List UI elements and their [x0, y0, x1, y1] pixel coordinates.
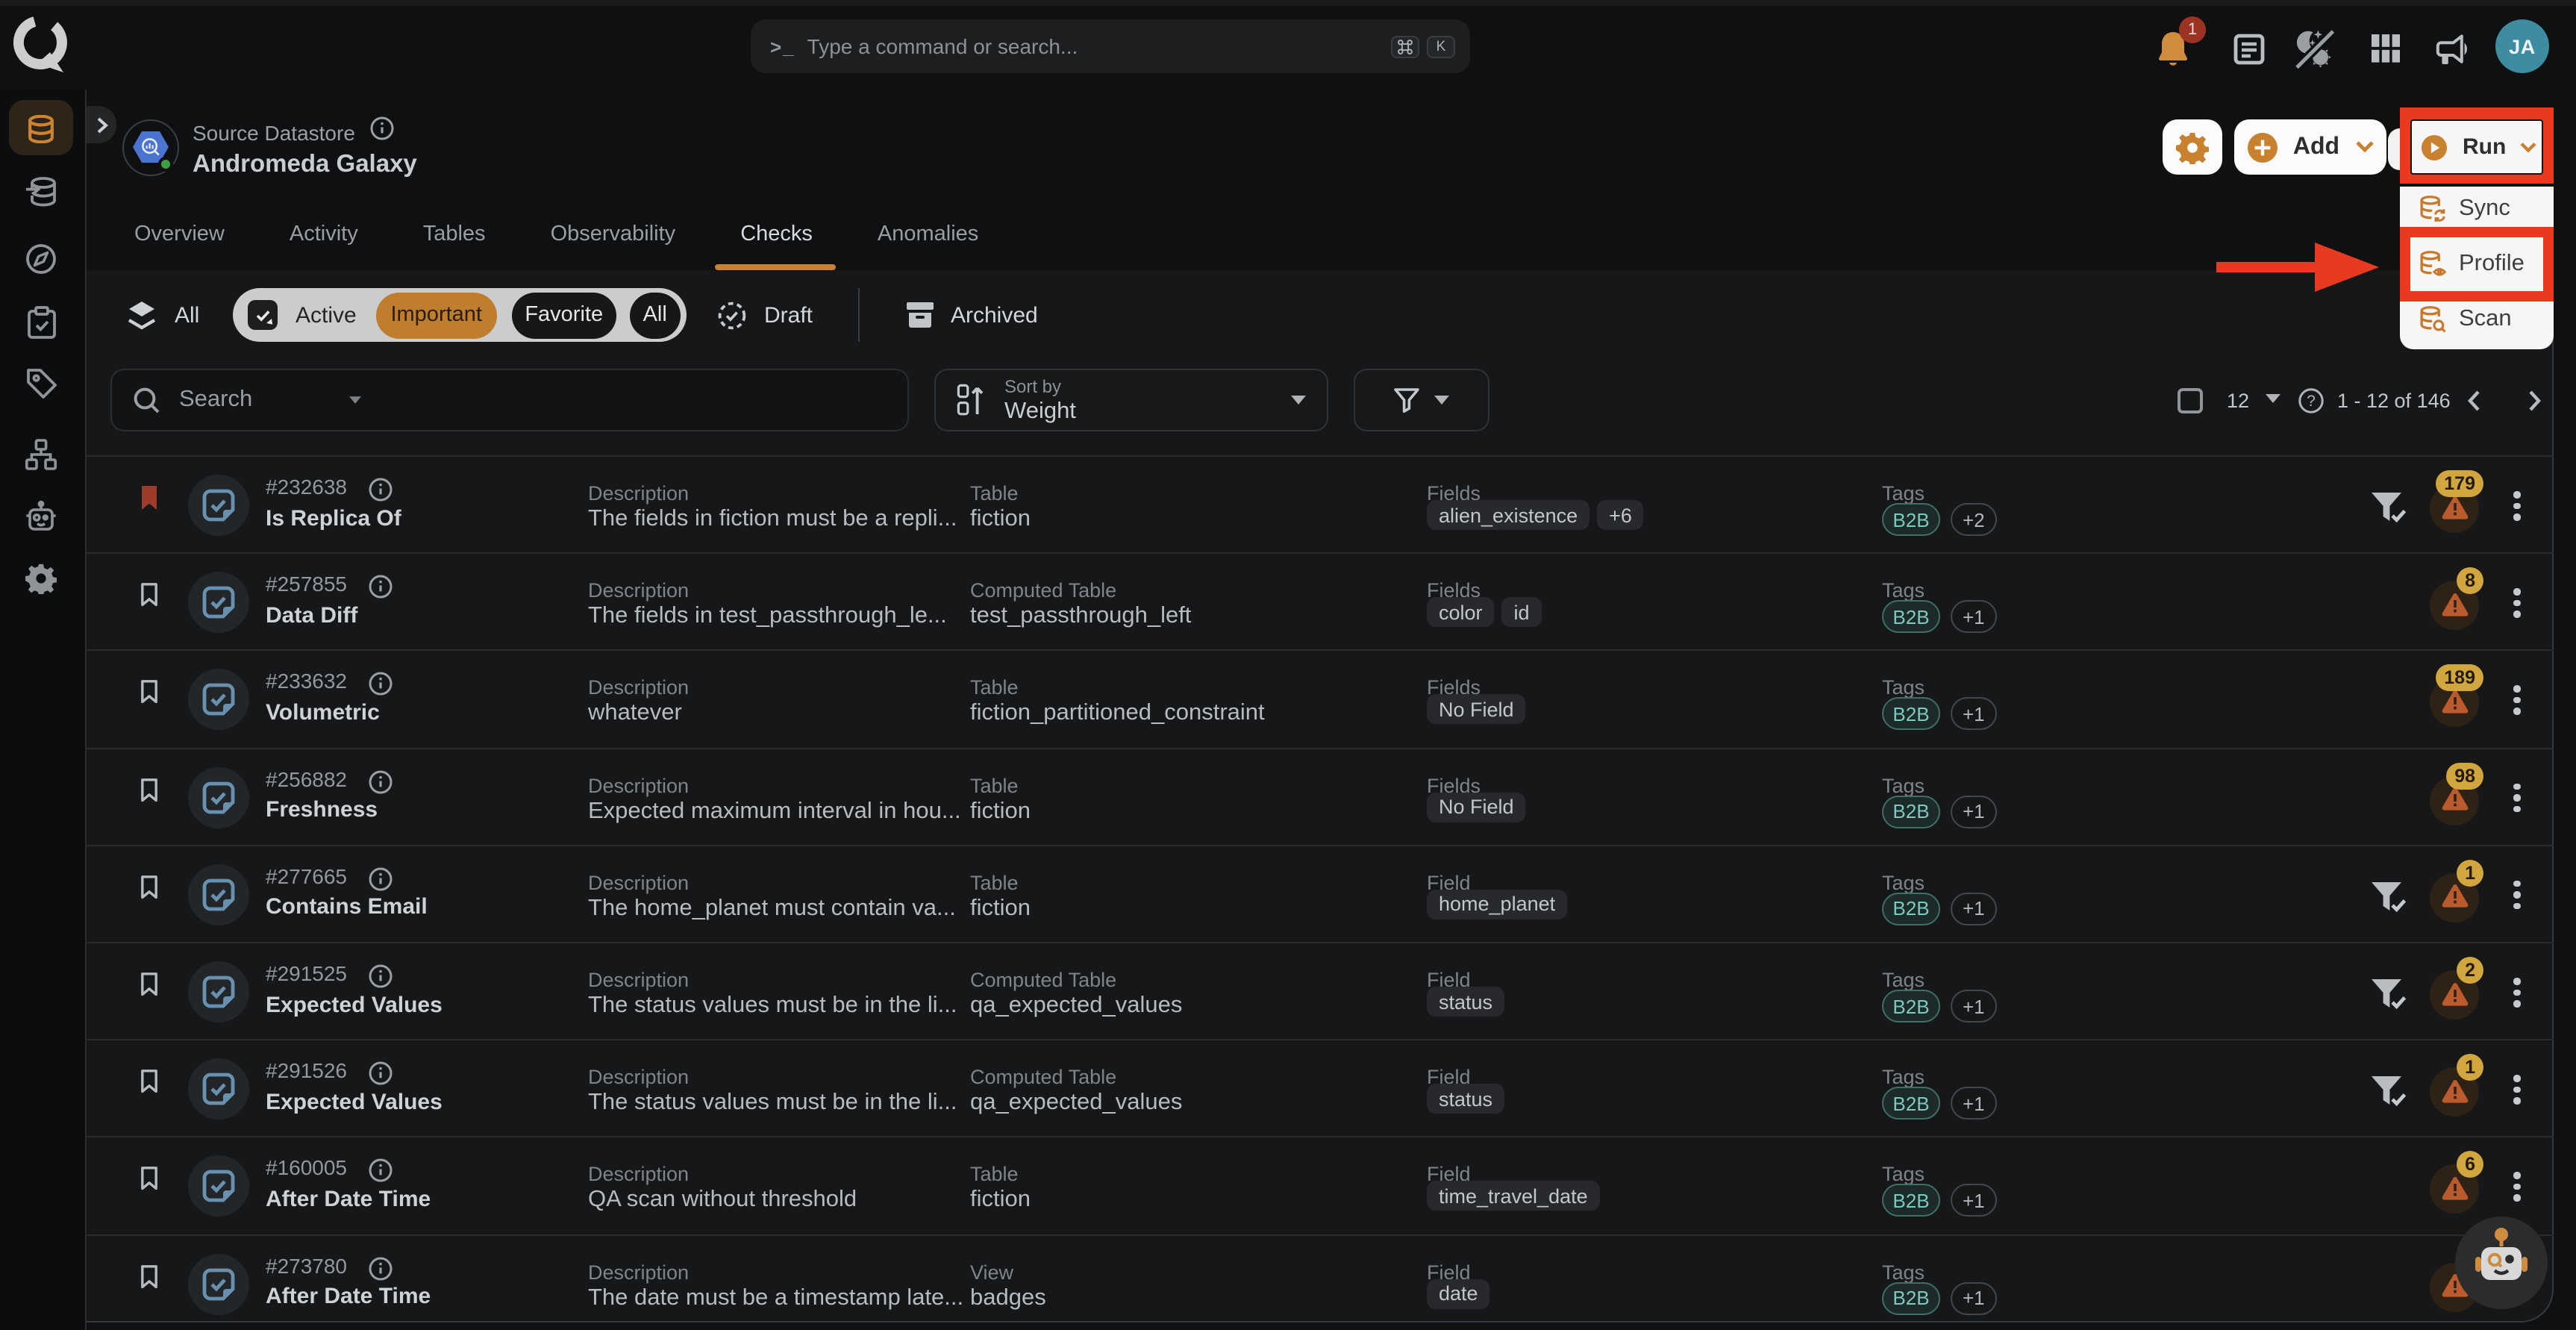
svg-text:?: ? [2307, 393, 2316, 410]
